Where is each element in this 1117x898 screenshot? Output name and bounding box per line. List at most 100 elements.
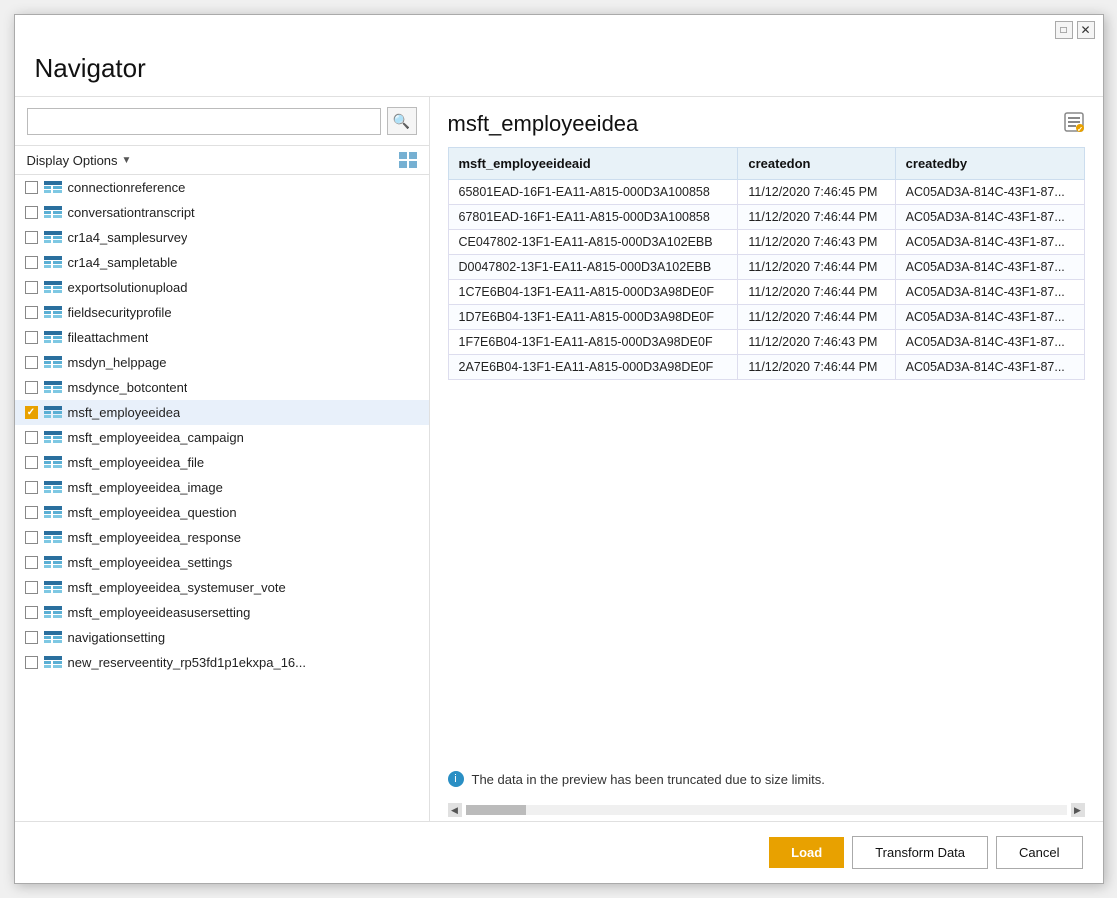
table-cell: AC05AD3A-814C-43F1-87... <box>895 330 1084 355</box>
scroll-right-button[interactable]: ▶ <box>1071 803 1085 817</box>
item-checkbox[interactable] <box>25 356 38 369</box>
item-checkbox[interactable] <box>25 481 38 494</box>
cancel-button[interactable]: Cancel <box>996 836 1082 869</box>
item-checkbox[interactable] <box>25 606 38 619</box>
table-cell: 11/12/2020 7:46:44 PM <box>738 255 895 280</box>
display-options-bar: Display Options ▼ <box>15 146 429 175</box>
table-cell: AC05AD3A-814C-43F1-87... <box>895 305 1084 330</box>
main-content: 🔍 Display Options ▼ <box>15 96 1103 821</box>
table-icon <box>44 406 62 420</box>
item-checkbox[interactable] <box>25 331 38 344</box>
list-item[interactable]: fieldsecurityprofile <box>15 300 429 325</box>
list-item[interactable]: msft_employeeidea <box>15 400 429 425</box>
list-item[interactable]: msft_employeeidea_settings <box>15 550 429 575</box>
item-label: connectionreference <box>68 180 186 195</box>
search-input[interactable] <box>27 108 381 135</box>
display-options-button[interactable]: Display Options ▼ <box>27 153 132 168</box>
item-label: msdynce_botcontent <box>68 380 188 395</box>
preview-options-icon[interactable]: ✓ <box>1063 111 1085 137</box>
item-label: new_reserveentity_rp53fd1p1ekxpa_16... <box>68 655 307 670</box>
item-label: fieldsecurityprofile <box>68 305 172 320</box>
list-item[interactable]: msft_employeeideasusersetting <box>15 600 429 625</box>
close-button[interactable]: ✕ <box>1077 21 1095 39</box>
horizontal-scrollbar: ◀ ▶ <box>430 799 1103 821</box>
item-label: fileattachment <box>68 330 149 345</box>
search-icon: 🔍 <box>393 113 410 130</box>
table-cell: 67801EAD-16F1-EA11-A815-000D3A100858 <box>448 205 738 230</box>
item-checkbox[interactable] <box>25 506 38 519</box>
item-label: msft_employeeideasusersetting <box>68 605 251 620</box>
table-cell: CE047802-13F1-EA11-A815-000D3A102EBB <box>448 230 738 255</box>
list-item[interactable]: msft_employeeidea_response <box>15 525 429 550</box>
item-label: msft_employeeidea_settings <box>68 555 233 570</box>
item-checkbox[interactable] <box>25 531 38 544</box>
item-label: msft_employeeidea_image <box>68 480 223 495</box>
table-cell: 11/12/2020 7:46:44 PM <box>738 280 895 305</box>
table-cell: AC05AD3A-814C-43F1-87... <box>895 255 1084 280</box>
item-checkbox[interactable] <box>25 256 38 269</box>
footer: Load Transform Data Cancel <box>15 821 1103 883</box>
list-item[interactable]: msft_employeeidea_file <box>15 450 429 475</box>
item-checkbox[interactable] <box>25 656 38 669</box>
load-button[interactable]: Load <box>769 837 844 868</box>
table-row: 67801EAD-16F1-EA11-A815-000D3A10085811/1… <box>448 205 1084 230</box>
table-icon <box>44 606 62 620</box>
view-icon-button[interactable] <box>399 152 417 168</box>
item-checkbox[interactable] <box>25 281 38 294</box>
h-scrollbar-thumb[interactable] <box>466 805 526 815</box>
list-item[interactable]: msft_employeeidea_question <box>15 500 429 525</box>
item-label: msft_employeeidea_file <box>68 455 205 470</box>
item-checkbox[interactable] <box>25 431 38 444</box>
item-label: exportsolutionupload <box>68 280 188 295</box>
scroll-left-button[interactable]: ◀ <box>448 803 462 817</box>
item-label: navigationsetting <box>68 630 166 645</box>
item-label: msft_employeeidea_campaign <box>68 430 244 445</box>
item-checkbox[interactable] <box>25 456 38 469</box>
minimize-button[interactable]: □ <box>1055 21 1073 39</box>
table-row: 2A7E6B04-13F1-EA11-A815-000D3A98DE0F11/1… <box>448 355 1084 380</box>
item-checkbox[interactable] <box>25 406 38 419</box>
list-item[interactable]: msdyn_helppage <box>15 350 429 375</box>
item-checkbox[interactable] <box>25 231 38 244</box>
item-label: msft_employeeidea_response <box>68 530 241 545</box>
table-icon <box>44 531 62 545</box>
list-item[interactable]: msdynce_botcontent <box>15 375 429 400</box>
transform-data-button[interactable]: Transform Data <box>852 836 988 869</box>
list-item[interactable]: cr1a4_samplesurvey <box>15 225 429 250</box>
table-column-header: createdby <box>895 148 1084 180</box>
table-column-header: createdon <box>738 148 895 180</box>
truncated-notice: i The data in the preview has been trunc… <box>430 759 1103 799</box>
page-title: Navigator <box>15 45 1103 96</box>
item-label: cr1a4_samplesurvey <box>68 230 188 245</box>
table-cell: 11/12/2020 7:46:44 PM <box>738 355 895 380</box>
list-item[interactable]: new_reserveentity_rp53fd1p1ekxpa_16... <box>15 650 429 675</box>
list-item[interactable]: msft_employeeidea_image <box>15 475 429 500</box>
data-table: msft_employeeideaidcreatedoncreatedby 65… <box>448 147 1085 380</box>
table-column-header: msft_employeeideaid <box>448 148 738 180</box>
h-scrollbar-track[interactable] <box>466 805 1067 815</box>
list-item[interactable]: cr1a4_sampletable <box>15 250 429 275</box>
list-item[interactable]: navigationsetting <box>15 625 429 650</box>
table-icon <box>44 656 62 670</box>
list-item[interactable]: connectionreference <box>15 175 429 200</box>
search-button[interactable]: 🔍 <box>387 107 417 135</box>
item-checkbox[interactable] <box>25 181 38 194</box>
table-cell: 11/12/2020 7:46:44 PM <box>738 205 895 230</box>
item-checkbox[interactable] <box>25 206 38 219</box>
list-item[interactable]: msft_employeeidea_campaign <box>15 425 429 450</box>
list-item[interactable]: fileattachment <box>15 325 429 350</box>
table-cell: AC05AD3A-814C-43F1-87... <box>895 230 1084 255</box>
table-icon <box>44 206 62 220</box>
list-item[interactable]: exportsolutionupload <box>15 275 429 300</box>
table-icon <box>44 331 62 345</box>
item-checkbox[interactable] <box>25 381 38 394</box>
item-checkbox[interactable] <box>25 581 38 594</box>
info-icon: i <box>448 771 464 787</box>
list-item[interactable]: conversationtranscript <box>15 200 429 225</box>
item-checkbox[interactable] <box>25 306 38 319</box>
item-checkbox[interactable] <box>25 556 38 569</box>
table-cell: AC05AD3A-814C-43F1-87... <box>895 355 1084 380</box>
table-cell: 1D7E6B04-13F1-EA11-A815-000D3A98DE0F <box>448 305 738 330</box>
list-item[interactable]: msft_employeeidea_systemuser_vote <box>15 575 429 600</box>
item-checkbox[interactable] <box>25 631 38 644</box>
